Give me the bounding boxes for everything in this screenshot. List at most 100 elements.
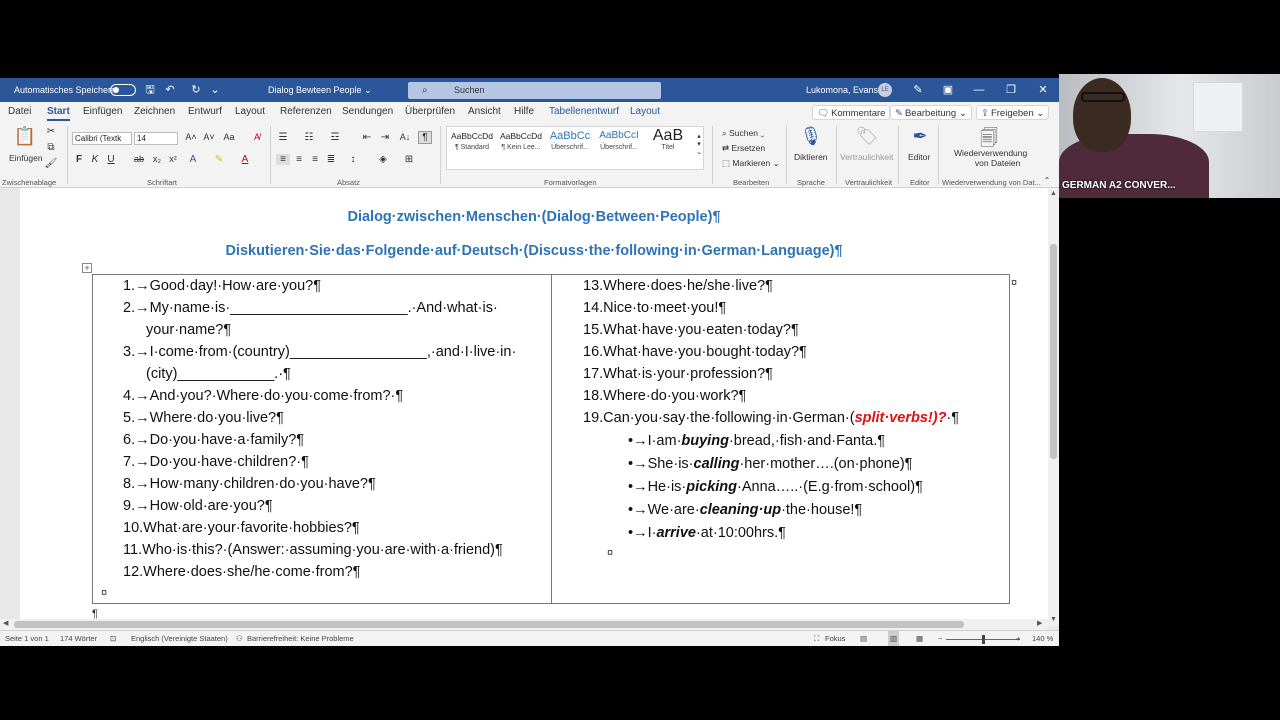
sort-icon[interactable]: A↓ <box>398 132 412 142</box>
table-move-handle[interactable]: + <box>82 263 92 273</box>
zoom-level[interactable]: 140 % <box>1032 631 1053 646</box>
style-no-spacing[interactable]: AaBbCcDd ¶ Kein Lee... <box>497 128 545 162</box>
multilevel-list-icon[interactable]: ☲ <box>328 132 342 143</box>
editor-label[interactable]: Editor <box>908 152 930 162</box>
copy-icon[interactable]: ⧉ <box>44 142 58 153</box>
microphone-icon[interactable]: 🎙 <box>796 126 826 147</box>
document-title[interactable]: Dialog Bewteen People ⌄ <box>268 78 372 102</box>
proofing-icon[interactable]: ⊡ <box>110 631 116 646</box>
align-center-icon[interactable]: ≡ <box>292 154 306 165</box>
tab-zeichnen[interactable]: Zeichnen <box>134 102 175 122</box>
focus-button[interactable]: Fokus <box>825 631 845 646</box>
find-button[interactable]: ⌕ Suchen ⌄ <box>722 128 764 139</box>
quick-access-dropdown-icon[interactable]: ⌄ <box>207 78 223 102</box>
style-title[interactable]: AaB Titel <box>644 128 692 162</box>
replace-button[interactable]: ⇄ Ersetzen <box>722 143 765 154</box>
scroll-right-icon[interactable]: ▶ <box>1037 619 1042 627</box>
zoom-in-icon[interactable]: + <box>1016 631 1020 646</box>
format-painter-icon[interactable]: 🖌 <box>44 158 58 169</box>
reuse-files-button[interactable]: Wiederverwendung von Dateien <box>954 148 1027 168</box>
superscript-icon[interactable]: x² <box>166 154 180 164</box>
styles-scroll-icon[interactable]: ▴ ▾ ⌄ <box>692 132 706 156</box>
italic-icon[interactable]: K <box>88 154 102 165</box>
search-input[interactable]: ⌕ Suchen <box>408 82 661 99</box>
tab-entwurf[interactable]: Entwurf <box>188 102 222 122</box>
tab-ansicht[interactable]: Ansicht <box>468 102 501 122</box>
font-size-select[interactable]: 14 <box>134 132 178 145</box>
page-count[interactable]: Seite 1 von 1 <box>5 631 49 646</box>
pen-icon[interactable]: ✎ <box>910 78 926 102</box>
scroll-down-icon[interactable]: ▼ <box>1048 616 1059 623</box>
shading-icon[interactable]: ◈ <box>376 154 390 165</box>
tab-start[interactable]: Start <box>47 102 70 122</box>
sensitivity-icon[interactable]: 🏷 <box>852 126 882 147</box>
align-right-icon[interactable]: ≡ <box>308 154 322 165</box>
editing-mode-button[interactable]: ✎ Bearbeitung ⌄ <box>890 105 972 120</box>
save-icon[interactable]: 🖫 <box>142 78 158 102</box>
focus-icon[interactable]: ⛶ <box>814 631 819 646</box>
tab-table-layout[interactable]: Layout <box>630 102 660 122</box>
grow-font-icon[interactable]: A˄ <box>184 132 198 142</box>
tab-layout[interactable]: Layout <box>235 102 265 122</box>
language-indicator[interactable]: Englisch (Vereinigte Staaten) <box>131 631 228 646</box>
document-page[interactable]: Dialog·zwischen·Menschen·(Dialog·Between… <box>20 188 1048 626</box>
avatar[interactable]: LE <box>878 83 892 97</box>
zoom-out-icon[interactable]: − <box>938 631 942 646</box>
justify-icon[interactable]: ≣ <box>324 154 338 165</box>
close-button[interactable]: ✕ <box>1028 78 1058 102</box>
change-case-icon[interactable]: Aa <box>222 132 236 142</box>
horizontal-scrollbar[interactable]: ◀ ▶ <box>0 619 1048 630</box>
shrink-font-icon[interactable]: A˅ <box>202 132 216 142</box>
word-count[interactable]: 174 Wörter <box>60 631 97 646</box>
comments-button[interactable]: 🗨 Kommentare <box>812 105 891 120</box>
accessibility-status[interactable]: Barrierefreiheit: Keine Probleme <box>247 631 354 646</box>
style-standard[interactable]: AaBbCcDd ¶ Standard <box>448 128 496 162</box>
print-layout-icon[interactable]: ▥ <box>888 631 900 646</box>
borders-icon[interactable]: ⊞ <box>402 154 416 165</box>
style-heading2[interactable]: AaBbCcI Überschrif... <box>595 128 643 162</box>
select-button[interactable]: ⬚ Markieren ⌄ <box>722 158 780 169</box>
undo-icon[interactable]: ↶ <box>162 78 178 102</box>
accessibility-icon[interactable]: ⚇ <box>236 631 243 646</box>
tab-sendungen[interactable]: Sendungen <box>342 102 393 122</box>
collapse-ribbon-icon[interactable]: ⌃ <box>1040 176 1054 185</box>
share-button[interactable]: ⇪ Freigeben ⌄ <box>976 105 1050 120</box>
line-spacing-icon[interactable]: ↕ <box>346 154 360 165</box>
highlight-icon[interactable]: ✎ <box>212 154 226 165</box>
numbering-icon[interactable]: ☷ <box>302 132 316 143</box>
decrease-indent-icon[interactable]: ⇤ <box>360 132 374 143</box>
participant-video[interactable]: GERMAN A2 CONVER... <box>1059 74 1280 198</box>
tab-einfuegen[interactable]: Einfügen <box>83 102 122 122</box>
sensitivity-label[interactable]: Vertraulichkeit <box>840 152 893 162</box>
editor-icon[interactable]: ✒ <box>905 126 935 147</box>
horizontal-scroll-thumb[interactable] <box>14 621 964 628</box>
vertical-scroll-thumb[interactable] <box>1050 244 1057 459</box>
maximize-button[interactable]: ❐ <box>996 78 1026 102</box>
style-heading1[interactable]: AaBbCc Überschrif... <box>546 128 594 162</box>
align-left-icon[interactable]: ≡ <box>276 154 290 165</box>
increase-indent-icon[interactable]: ⇥ <box>378 132 392 143</box>
minimize-button[interactable]: — <box>964 78 994 102</box>
autosave-toggle[interactable] <box>110 84 136 96</box>
cut-icon[interactable]: ✂ <box>44 126 58 137</box>
underline-icon[interactable]: U <box>104 154 118 165</box>
tab-ueberpruefen[interactable]: Überprüfen <box>405 102 455 122</box>
tab-tabellenentwurf[interactable]: Tabellenentwurf <box>549 102 619 122</box>
tab-referenzen[interactable]: Referenzen <box>280 102 332 122</box>
font-name-select[interactable]: Calibri (Textk <box>72 132 132 145</box>
tab-hilfe[interactable]: Hilfe <box>514 102 534 122</box>
read-mode-icon[interactable]: ▤ <box>860 631 867 646</box>
zoom-slider-handle[interactable] <box>982 635 985 644</box>
scroll-left-icon[interactable]: ◀ <box>3 619 8 627</box>
font-color-icon[interactable]: A <box>238 154 252 165</box>
web-layout-icon[interactable]: ▦ <box>916 631 923 646</box>
redo-icon[interactable]: ↻ <box>188 78 204 102</box>
paste-icon[interactable]: 📋 <box>10 126 40 147</box>
scroll-up-icon[interactable]: ▲ <box>1048 190 1059 197</box>
subscript-icon[interactable]: x₂ <box>150 154 164 164</box>
question-table[interactable]: 1.→Good·day!·How·are·you?¶ 2.→My·name·is… <box>92 274 1017 604</box>
clear-formatting-icon[interactable]: A̸ <box>250 132 264 142</box>
dictate-label[interactable]: Diktieren <box>794 152 828 162</box>
bold-icon[interactable]: F <box>72 154 86 165</box>
tab-datei[interactable]: Datei <box>8 102 31 122</box>
